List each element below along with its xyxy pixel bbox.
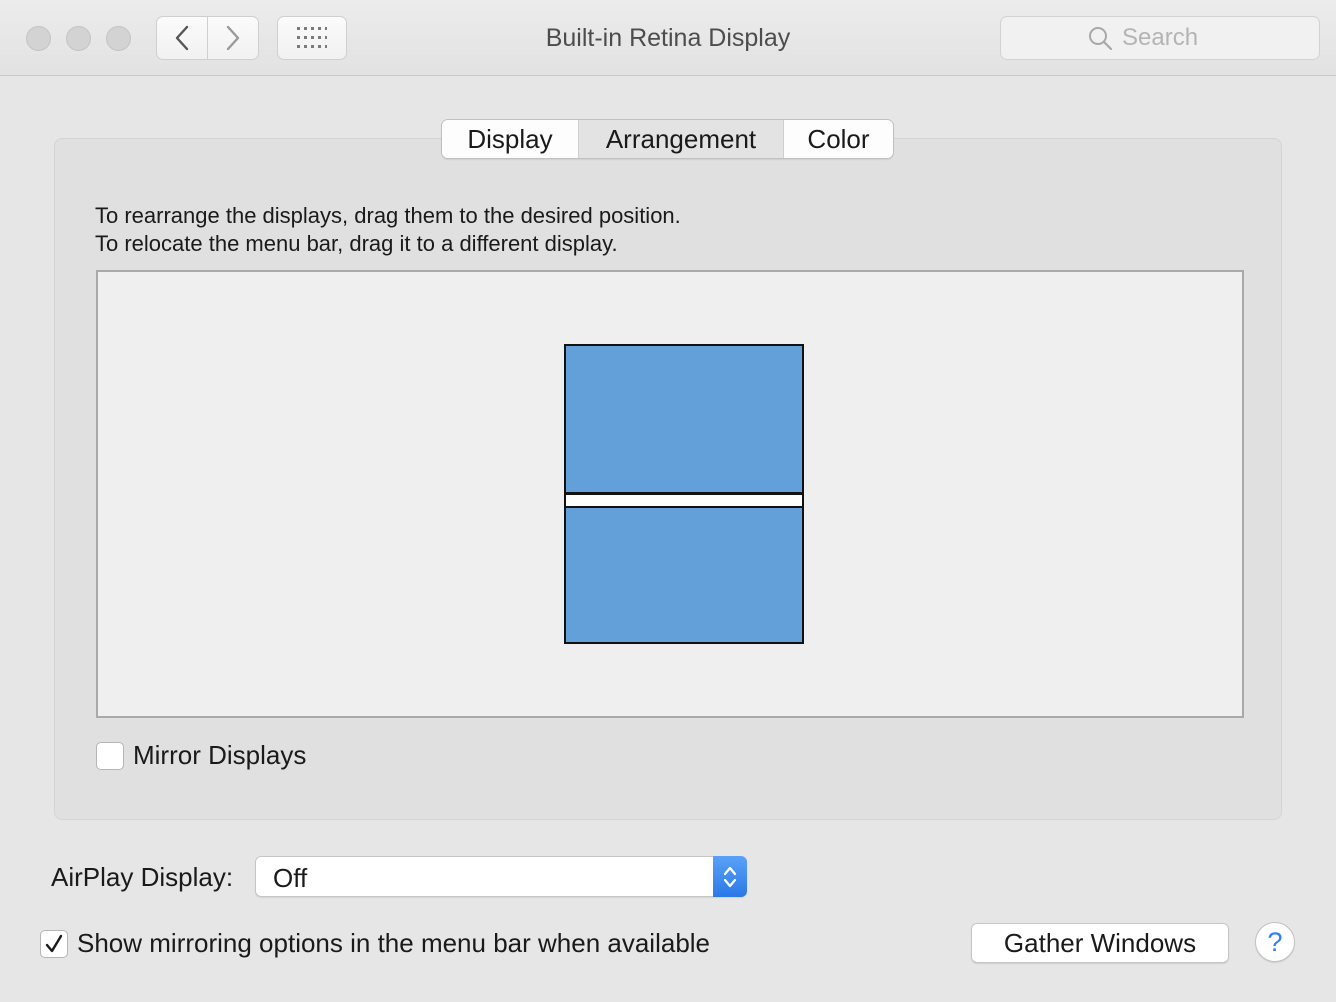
tab-color[interactable]: Color (783, 120, 893, 158)
checkmark-icon (45, 934, 63, 952)
display-thumbnail[interactable] (564, 344, 804, 644)
show-mirroring-option[interactable]: Show mirroring options in the menu bar w… (40, 928, 710, 959)
help-button[interactable]: ? (1255, 922, 1295, 962)
arrangement-instructions: To rearrange the displays, drag them to … (95, 202, 681, 258)
tab-bar: Display Arrangement Color (441, 119, 894, 159)
popup-arrows-icon (713, 856, 747, 897)
search-field[interactable] (1000, 16, 1320, 60)
mirror-displays-option[interactable]: Mirror Displays (96, 740, 306, 771)
tab-arrangement[interactable]: Arrangement (578, 120, 783, 158)
show-mirroring-checkbox[interactable] (40, 929, 68, 958)
airplay-selected-value: Off (273, 863, 308, 893)
airplay-display-label: AirPlay Display: (51, 862, 234, 892)
tab-display[interactable]: Display (442, 120, 578, 158)
search-icon (1089, 27, 1112, 50)
airplay-display-select[interactable]: Off (255, 856, 747, 897)
instruction-line-1: To rearrange the displays, drag them to … (95, 203, 681, 228)
window-titlebar: Built-in Retina Display (0, 0, 1336, 76)
menu-bar-indicator[interactable] (566, 492, 802, 508)
mirror-displays-checkbox[interactable] (96, 741, 124, 770)
show-mirroring-label: Show mirroring options in the menu bar w… (77, 928, 711, 958)
search-input[interactable] (1122, 24, 1232, 52)
gather-windows-button[interactable]: Gather Windows (971, 923, 1229, 963)
mirror-displays-label: Mirror Displays (133, 740, 307, 770)
instruction-line-2: To relocate the menu bar, drag it to a d… (95, 231, 618, 256)
